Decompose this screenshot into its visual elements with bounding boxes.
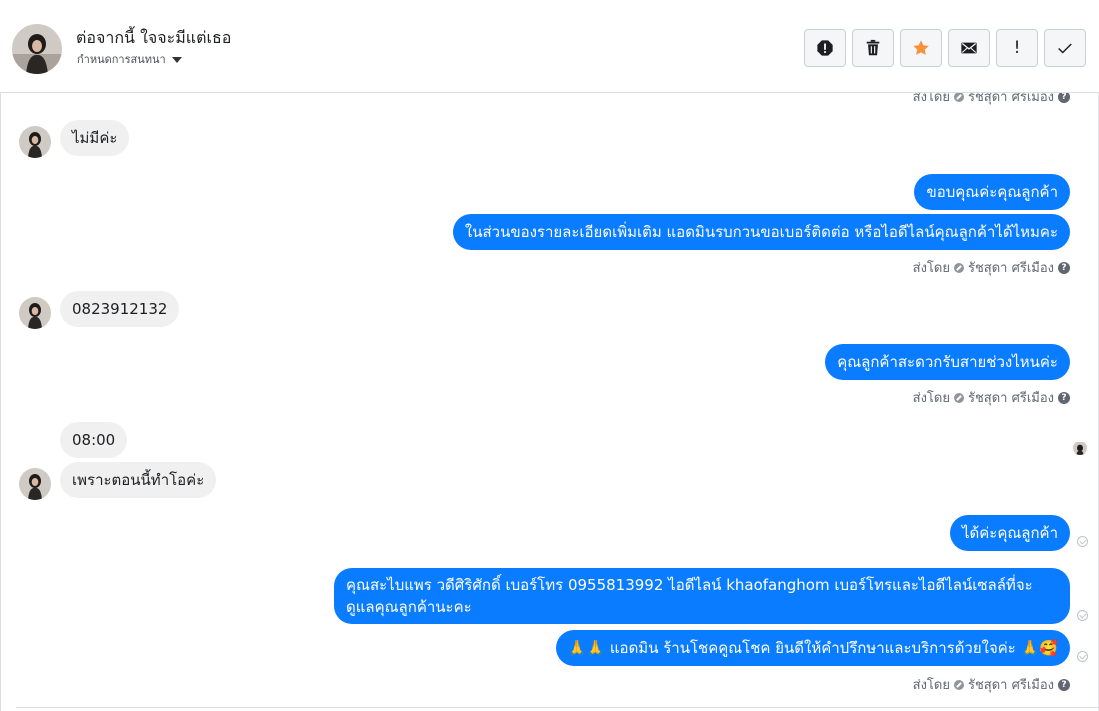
incoming-message[interactable]: 08:00	[60, 422, 128, 458]
conversation-schedule-dropdown[interactable]: กำหนดการสนทนา	[77, 50, 182, 68]
contact-avatar-small[interactable]	[19, 297, 51, 329]
mail-icon	[961, 42, 977, 54]
contact-avatar-small[interactable]	[19, 126, 51, 158]
message-row: 08:00	[60, 422, 128, 458]
outgoing-message[interactable]: ในส่วนของรายละเอียดเพิ่มเติม แอดมินรบกวน…	[452, 214, 1070, 250]
message-row: ไม่มีค่ะ	[60, 120, 130, 156]
delivered-check-icon	[1077, 610, 1088, 621]
sent-by-prefix: ส่งโดย	[912, 261, 950, 276]
delete-button[interactable]	[852, 29, 894, 67]
star-icon	[913, 40, 929, 55]
conversation-title: ต่อจากนี้ ใจจะมีแต่เธอ	[76, 28, 232, 47]
sent-by-label: ส่งโดย รัชสุดา ศรีเมือง ?	[913, 674, 1070, 695]
sent-by-name[interactable]: รัชสุดา ศรีเมือง	[968, 674, 1054, 695]
pray-love-emoji: 🙏🥰	[1020, 639, 1058, 657]
action-toolbar: !	[804, 29, 1086, 67]
conversation-header: ต่อจากนี้ ใจจะมีแต่เธอ กำหนดการสนทนา !	[0, 4, 1099, 93]
mark-done-button[interactable]	[1044, 29, 1086, 67]
pray-emoji: 🙏🙏	[567, 639, 606, 657]
trash-icon	[866, 39, 880, 56]
incoming-message[interactable]: ไม่มีค่ะ	[60, 120, 130, 156]
verified-icon	[953, 679, 964, 690]
important-button[interactable]: !	[996, 29, 1038, 67]
outgoing-message[interactable]: 🙏🙏 แอดมิน ร้านโชคคูณโชค ยินดีให้คำปรึกษา…	[555, 630, 1070, 666]
schedule-label: กำหนดการสนทนา	[77, 53, 166, 66]
seen-by-avatar	[1073, 441, 1087, 455]
outgoing-message[interactable]: ขอบคุณค่ะคุณลูกค้า	[914, 174, 1070, 210]
verified-icon	[953, 262, 964, 273]
alert-icon	[817, 40, 833, 56]
incoming-message[interactable]: 0823912132	[60, 291, 180, 327]
verified-icon	[953, 392, 964, 403]
star-button[interactable]	[900, 29, 942, 67]
message-row: 0823912132	[60, 291, 180, 327]
message-row: เพราะตอนนี้ทำโอค่ะ	[60, 462, 217, 498]
report-button[interactable]	[804, 29, 846, 67]
delivered-check-icon	[1077, 536, 1088, 547]
sent-by-label: ส่งโดย รัชสุดา ศรีเมือง ?	[913, 387, 1070, 408]
sent-by-name[interactable]: รัชสุดา ศรีเมือง	[968, 257, 1054, 278]
caret-down-icon	[171, 57, 182, 63]
verified-icon	[953, 91, 964, 102]
contact-avatar[interactable]	[12, 24, 62, 74]
help-icon[interactable]: ?	[1058, 391, 1070, 404]
message-thread: ส่งโดย รัชสุดา ศรีเมือง ? ไม่มีค่ะ ขอบคุ…	[0, 90, 1099, 711]
sent-by-prefix: ส่งโดย	[912, 678, 950, 693]
help-icon[interactable]: ?	[1058, 678, 1070, 691]
composer-divider	[16, 707, 1099, 708]
outgoing-message[interactable]: ได้ค่ะคุณลูกค้า	[949, 515, 1070, 551]
incoming-message[interactable]: เพราะตอนนี้ทำโอค่ะ	[60, 462, 217, 498]
exclamation-icon: !	[1013, 38, 1021, 58]
sent-by-label: ส่งโดย รัชสุดา ศรีเมือง ?	[913, 257, 1070, 278]
outgoing-message[interactable]: คุณลูกค้าสะดวกรับสายช่วงไหนค่ะ	[825, 344, 1070, 380]
sent-by-name[interactable]: รัชสุดา ศรีเมือง	[968, 387, 1054, 408]
outgoing-message[interactable]: คุณสะไบแพร วดีศิริศักดิ์ เบอร์โทร 095581…	[334, 568, 1070, 624]
help-icon[interactable]: ?	[1058, 261, 1070, 274]
sent-by-prefix: ส่งโดย	[912, 391, 950, 406]
message-text: แอดมิน ร้านโชคคูณโชค ยินดีให้คำปรึกษาและ…	[609, 639, 1016, 657]
delivered-check-icon	[1077, 651, 1088, 662]
mark-unread-button[interactable]	[948, 29, 990, 67]
contact-avatar-small[interactable]	[19, 468, 51, 500]
check-icon	[1058, 43, 1072, 54]
